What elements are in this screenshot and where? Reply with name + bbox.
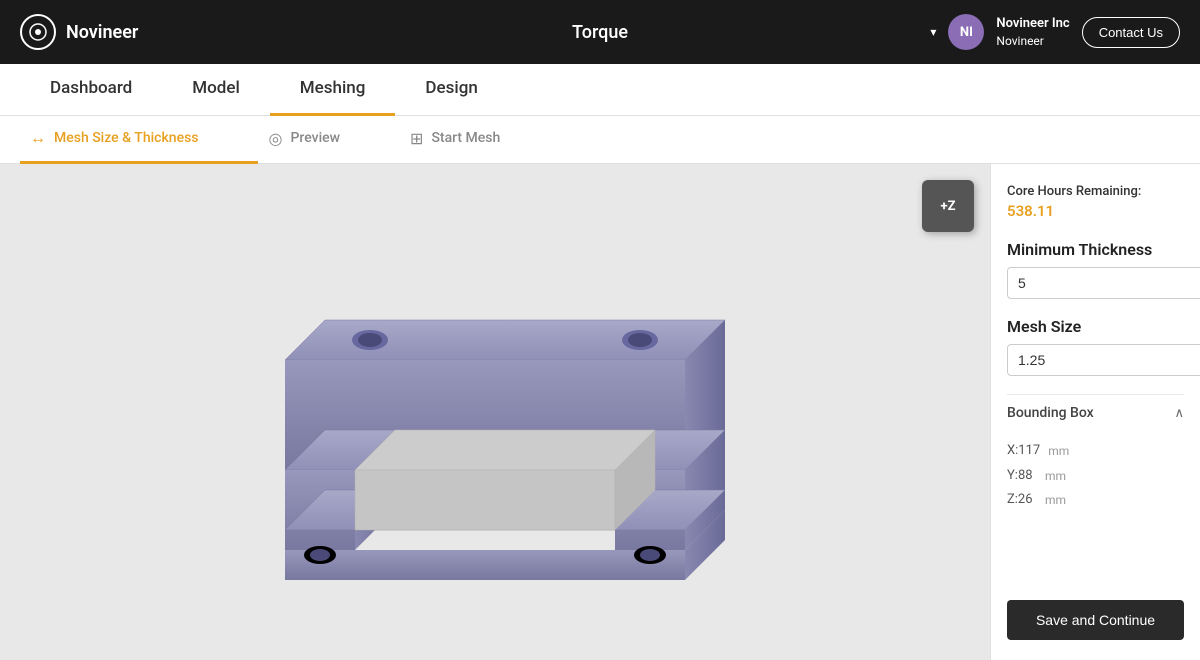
tab-model[interactable]: Model	[162, 64, 270, 116]
logo-text: Novineer	[66, 22, 138, 43]
avatar: NI	[948, 14, 984, 50]
bounding-x-label: X:117	[1007, 439, 1040, 464]
bounding-values: X:117 mm Y:88 mm Z:26 mm	[1007, 439, 1184, 513]
sub-tab-preview[interactable]: ◎ Preview	[258, 116, 400, 164]
right-panel: Core Hours Remaining: 538.11 Minimum Thi…	[990, 164, 1200, 660]
bounding-z-row: Z:26 mm	[1007, 488, 1184, 513]
user-info: Novineer Inc Novineer	[996, 15, 1069, 50]
logo-icon	[20, 14, 56, 50]
logo-area: Novineer	[20, 14, 138, 50]
bounding-x-unit: mm	[1048, 440, 1069, 463]
mesh-size-title: Mesh Size	[1007, 317, 1184, 336]
user-company: Novineer Inc	[996, 15, 1069, 33]
tab-design[interactable]: Design	[395, 64, 507, 116]
chevron-up-icon: ∧	[1174, 406, 1184, 421]
3d-part	[185, 210, 805, 614]
bounding-box-title: Bounding Box	[1007, 405, 1094, 421]
core-hours-value: 538.11	[1007, 202, 1184, 220]
bounding-box-header[interactable]: Bounding Box ∧	[1007, 394, 1184, 431]
preview-icon: ◎	[268, 129, 282, 148]
core-hours-section: Core Hours Remaining: 538.11	[1007, 184, 1184, 220]
bounding-x-row: X:117 mm	[1007, 439, 1184, 464]
main-layout: +Z	[0, 164, 1200, 660]
min-thickness-row: mm	[1007, 267, 1184, 299]
header-right: ▾ NI Novineer Inc Novineer Contact Us	[930, 14, 1180, 50]
user-subtitle: Novineer	[996, 33, 1069, 50]
viewport[interactable]: +Z	[0, 164, 990, 660]
tab-meshing[interactable]: Meshing	[270, 64, 396, 116]
bounding-z-unit: mm	[1045, 489, 1066, 512]
3d-canvas: +Z	[0, 164, 990, 660]
bounding-y-label: Y:88	[1007, 464, 1037, 489]
sub-tabs: ↔ Mesh Size & Thickness ◎ Preview ⊞ Star…	[0, 116, 1200, 164]
tab-dashboard[interactable]: Dashboard	[20, 64, 162, 116]
contact-button[interactable]: Contact Us	[1082, 17, 1180, 48]
bounding-z-label: Z:26	[1007, 488, 1037, 513]
min-thickness-title: Minimum Thickness	[1007, 240, 1184, 259]
mesh-size-input[interactable]	[1007, 344, 1200, 376]
save-continue-button[interactable]: Save and Continue	[1007, 600, 1184, 640]
chevron-down-icon[interactable]: ▾	[930, 25, 936, 39]
mesh-size-row: mm	[1007, 344, 1184, 376]
min-thickness-input[interactable]	[1007, 267, 1200, 299]
start-mesh-icon: ⊞	[410, 129, 423, 148]
mesh-size-icon: ↔	[30, 128, 46, 148]
sub-tab-mesh-size-label: Mesh Size & Thickness	[54, 130, 198, 146]
sub-tab-mesh-size[interactable]: ↔ Mesh Size & Thickness	[20, 116, 258, 164]
core-hours-label: Core Hours Remaining:	[1007, 184, 1184, 199]
bounding-y-row: Y:88 mm	[1007, 464, 1184, 489]
nav-tabs: Dashboard Model Meshing Design	[0, 64, 1200, 116]
axis-cube[interactable]: +Z	[922, 180, 974, 232]
page-title: Torque	[572, 22, 628, 43]
header: Novineer Torque ▾ NI Novineer Inc Novine…	[0, 0, 1200, 64]
sub-tab-start-mesh[interactable]: ⊞ Start Mesh	[400, 116, 560, 164]
sub-tab-start-mesh-label: Start Mesh	[431, 130, 500, 146]
sub-tab-preview-label: Preview	[290, 130, 340, 146]
bounding-y-unit: mm	[1045, 465, 1066, 488]
